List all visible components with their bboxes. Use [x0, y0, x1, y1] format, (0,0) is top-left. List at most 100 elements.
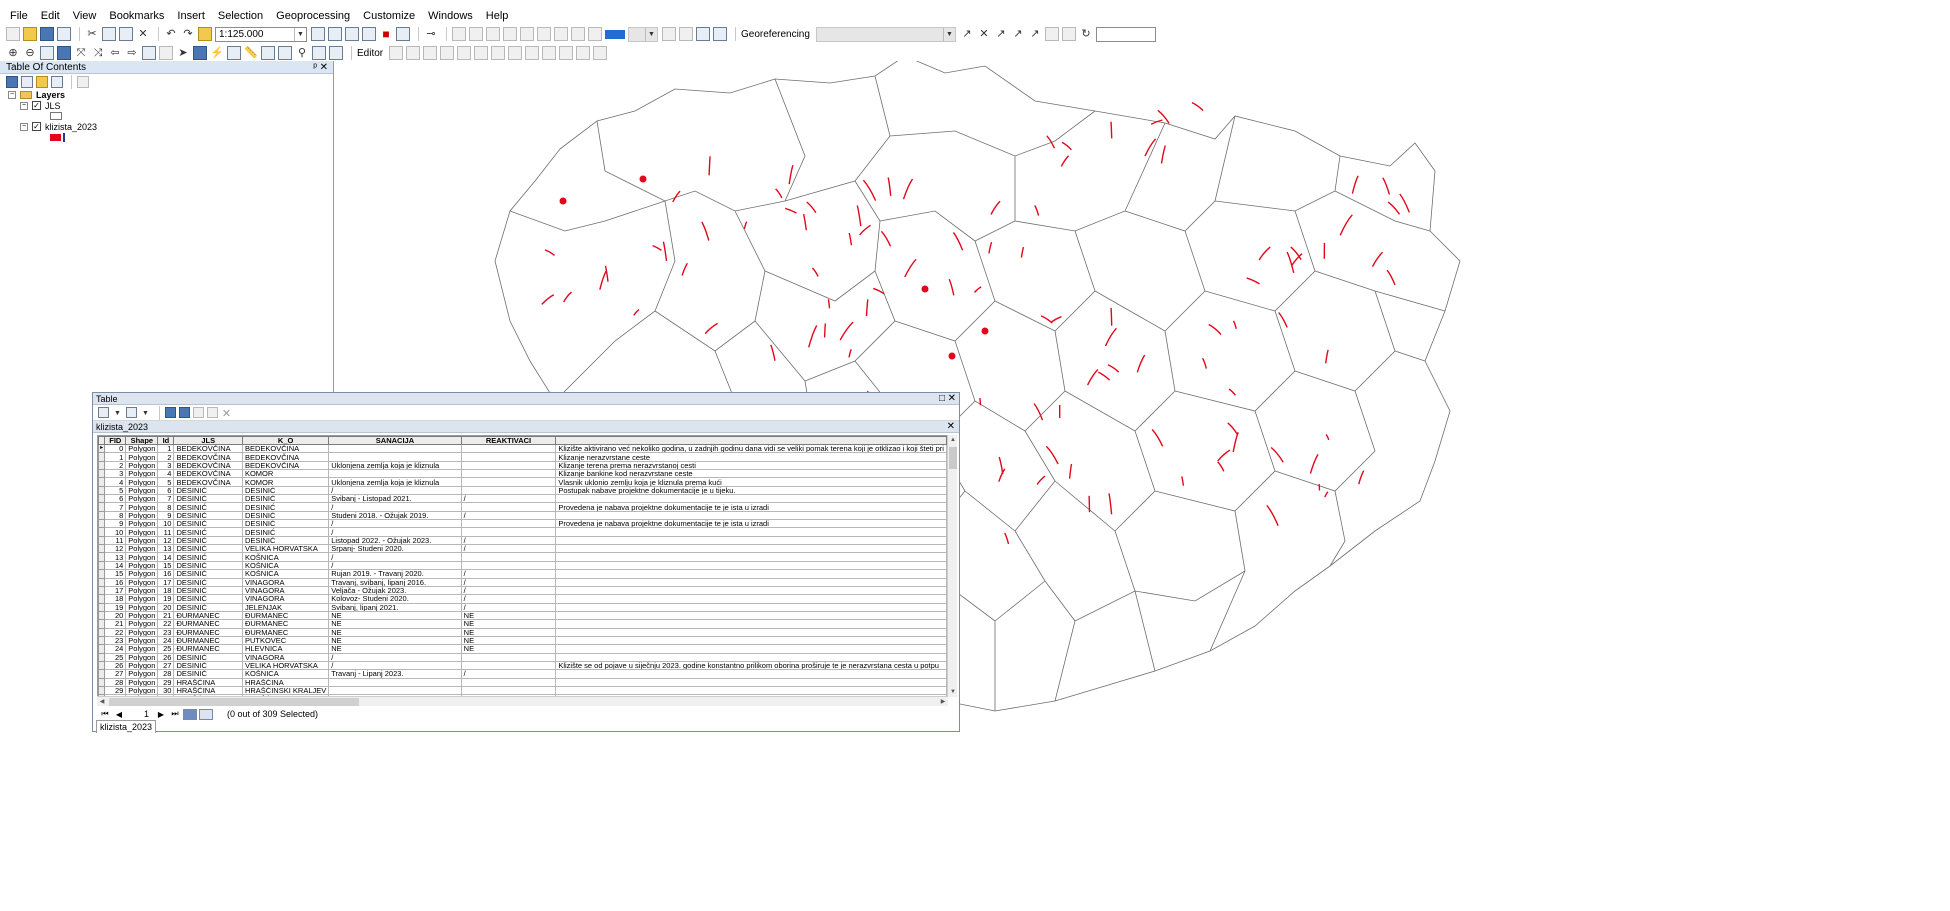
table-cell[interactable]: /	[460, 544, 557, 554]
table-cell[interactable]: 22	[104, 627, 127, 637]
table-cell[interactable]: Polygon	[125, 635, 159, 646]
layout-combo[interactable]: ▼	[628, 26, 658, 42]
table-cell[interactable]: 24	[104, 644, 127, 654]
collapse-icon[interactable]: −	[20, 101, 28, 110]
zoom-in-icon[interactable]: ⊕	[6, 46, 20, 60]
column-header[interactable]: JLS	[173, 436, 243, 445]
html-popup-icon[interactable]	[227, 46, 241, 60]
table-cell[interactable]: 17	[104, 585, 127, 596]
table-cell[interactable]: KOŠNICA	[241, 560, 330, 571]
table-cell[interactable]: Studeni 2018. - Ožujak 2019.	[328, 510, 462, 521]
table-cell[interactable]: 10	[104, 527, 127, 537]
identify-icon[interactable]	[193, 46, 207, 60]
layers-root[interactable]: − Layers	[8, 90, 333, 100]
table-cell[interactable]: Polygon	[125, 552, 159, 562]
edit-tool-icon[interactable]	[508, 46, 523, 60]
table-cell[interactable]	[555, 585, 947, 596]
table-cell[interactable]	[555, 560, 947, 571]
table-cell[interactable]: /	[460, 585, 557, 596]
table-cell[interactable]	[555, 552, 947, 562]
table-cell[interactable]: Polygon	[125, 477, 159, 487]
table-cell[interactable]	[460, 443, 557, 454]
table-cell[interactable]: DESINIĆ	[241, 502, 330, 512]
edit-tool-icon[interactable]	[406, 46, 421, 60]
table-row[interactable]: 17 Polygon 18 DESINIĆ VINAGORA Veljača - Ožuj…	[98, 585, 947, 596]
table-cell[interactable]: 19	[104, 602, 127, 612]
table-row[interactable]: 10 Polygon 11 DESINIĆ DESINIĆ /	[98, 527, 947, 537]
table-cell[interactable]: NE	[460, 627, 557, 637]
layer-visibility-checkbox[interactable]: ✓	[32, 122, 41, 131]
table-cell[interactable]: 14	[157, 552, 175, 562]
table-cell[interactable]: DESINIĆ	[173, 502, 243, 512]
table-cell[interactable]: Polygon	[125, 443, 159, 454]
table-cell[interactable]: 4	[157, 469, 175, 479]
attribute-grid[interactable]: FID Shape Id JLS K_O SANACIJA REAKTIVACI…	[97, 435, 948, 697]
table-cell[interactable]: DESINIĆ	[241, 494, 330, 504]
python-window-icon[interactable]	[396, 27, 410, 41]
table-row[interactable]: 11 Polygon 12 DESINIĆ DESINIĆ Listopad 2022. …	[98, 535, 947, 546]
hyperlink-icon[interactable]: ⚡	[210, 46, 224, 60]
previous-record-button[interactable]: ◀	[113, 710, 125, 719]
table-cell[interactable]: BEDEKOVČINA	[173, 460, 243, 471]
table-cell[interactable]: ĐURMANEC	[173, 644, 243, 654]
table-cell[interactable]: NE	[460, 610, 557, 621]
table-cell[interactable]: Polygon	[125, 485, 159, 496]
table-cell[interactable]: NE	[460, 619, 557, 629]
first-record-button[interactable]: ⏮	[99, 709, 111, 719]
table-cell[interactable]	[555, 652, 947, 662]
georeferencing-layer-combo[interactable]: ▼	[815, 26, 956, 42]
edit-tool-icon[interactable]	[457, 46, 472, 60]
table-cell[interactable]: 10	[157, 519, 175, 529]
column-header[interactable]: FID	[104, 436, 127, 445]
rotate-icon[interactable]: ↻	[1079, 27, 1093, 41]
table-cell[interactable]: HRAŠĆINA	[241, 677, 330, 687]
edit-tool-icon[interactable]	[542, 46, 557, 60]
red-polygon-symbol-icon[interactable]	[50, 133, 61, 141]
menu-geoprocessing[interactable]: Geoprocessing	[274, 9, 352, 23]
zoom-to-selected-icon[interactable]	[207, 407, 218, 418]
table-cell[interactable]: VINAGORA	[241, 594, 330, 604]
collapse-icon[interactable]: −	[20, 122, 28, 131]
menu-bookmarks[interactable]: Bookmarks	[107, 9, 166, 23]
table-cell[interactable]: /	[460, 510, 557, 521]
table-cell[interactable]	[328, 685, 462, 696]
table-cell[interactable]: /	[460, 669, 557, 679]
table-cell[interactable]: ĐURMANEC	[241, 610, 330, 621]
table-cell[interactable]: 8	[157, 502, 175, 512]
menu-windows[interactable]: Windows	[426, 9, 475, 23]
chevron-down-icon[interactable]: ▼	[294, 27, 306, 41]
table-cell[interactable]: DESINIĆ	[173, 494, 243, 504]
table-cell[interactable]: 8	[104, 510, 127, 521]
redo-icon[interactable]: ↷	[181, 27, 195, 41]
table-cell[interactable]: Veljača - Ožujak 2023.	[328, 585, 462, 596]
list-by-visibility-icon[interactable]	[36, 76, 48, 88]
scroll-up-icon[interactable]: ▲	[948, 435, 958, 445]
table-cell[interactable]: DESINIĆ	[173, 569, 243, 579]
table-row[interactable]: 7 Polygon 8 DESINIĆ DESINIĆ / Provedena je nab…	[98, 502, 947, 512]
table-cell[interactable]: 0	[104, 443, 127, 454]
georef-tool-icon[interactable]: ↗	[960, 27, 974, 41]
table-row[interactable]: 29 Polygon 30 HRAŠĆINA HRAŠĆINSKI KRALJEV	[98, 685, 947, 696]
edit-tool-icon[interactable]	[576, 46, 591, 60]
georef-tool-icon[interactable]: ↗	[994, 27, 1008, 41]
edit-tool-icon[interactable]	[491, 46, 506, 60]
table-cell[interactable]: Klizanje bankine kod nerazvrstane ceste	[555, 469, 947, 479]
table-cell[interactable]: 17	[157, 577, 175, 587]
table-cell[interactable]: /	[328, 527, 462, 537]
table-cell[interactable]	[460, 652, 557, 662]
table-cell[interactable]: 29	[104, 685, 127, 696]
table-row[interactable]: 4 Polygon 5 BEDEKOVČINA KOMOR Uklonjena zemlj…	[98, 477, 947, 487]
pan-icon[interactable]	[40, 46, 54, 60]
table-cell[interactable]: /	[460, 535, 557, 546]
layout-tool-icon[interactable]	[503, 27, 517, 41]
select-features-icon[interactable]	[142, 46, 156, 60]
table-cell[interactable]: DESINIĆ	[173, 544, 243, 554]
scroll-left-icon[interactable]: ◀	[97, 697, 107, 707]
table-cell[interactable]: 9	[104, 519, 127, 529]
arctoolbox-icon[interactable]: ■	[379, 27, 393, 41]
georef-input[interactable]	[1095, 26, 1156, 42]
table-cell[interactable]: PUTKOVEC	[241, 635, 330, 646]
table-cell[interactable]	[555, 527, 947, 537]
table-row[interactable]: 21 Polygon 22 ĐURMANEC ĐURMANEC NE NE	[98, 619, 947, 629]
table-cell[interactable]: DESINIĆ	[241, 485, 330, 496]
